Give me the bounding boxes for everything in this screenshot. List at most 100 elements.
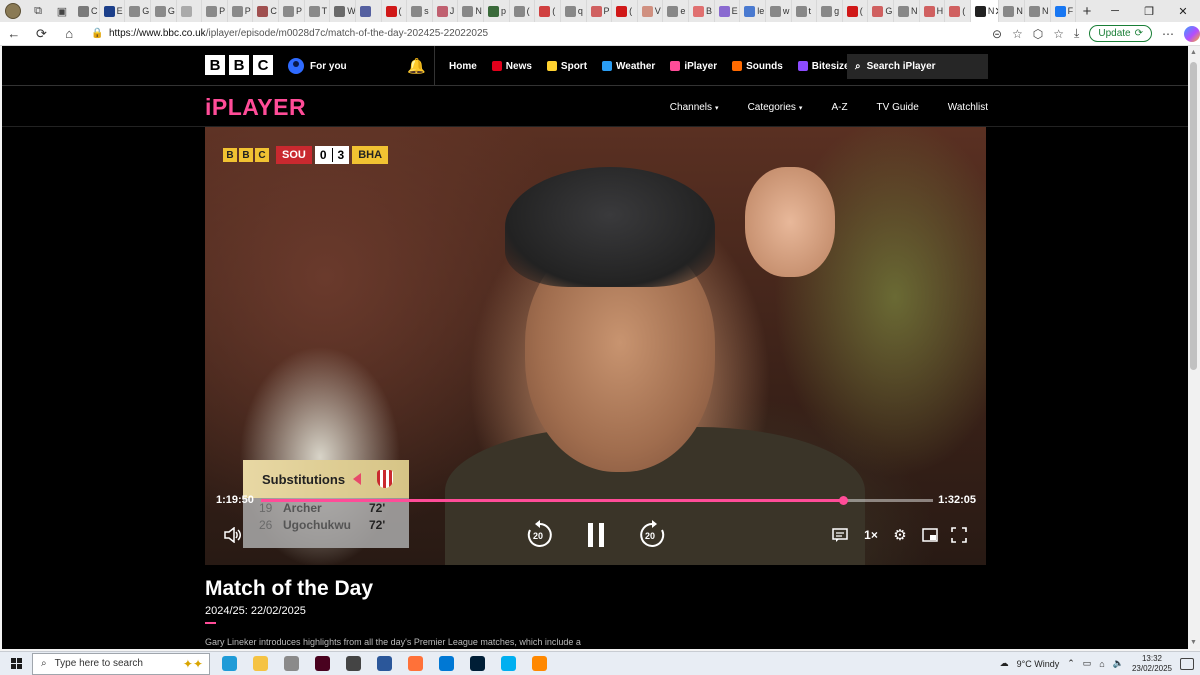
browser-tab[interactable]: s xyxy=(407,0,433,22)
browser-tab[interactable]: P xyxy=(279,0,305,22)
store-app-icon[interactable] xyxy=(431,653,462,675)
photoshop-app-icon[interactable] xyxy=(462,653,493,675)
browser-tab[interactable]: P xyxy=(587,0,613,22)
browser-tab[interactable]: C xyxy=(253,0,279,22)
subnav-categories[interactable]: Categories ▾ xyxy=(748,102,803,113)
scroll-up-icon[interactable]: ▲ xyxy=(1190,49,1197,56)
menu-dots-icon[interactable]: ⋯ xyxy=(1162,27,1174,41)
browser-tab[interactable]: N xyxy=(999,0,1025,22)
skype-app-icon[interactable] xyxy=(493,653,524,675)
settings-gear-icon[interactable]: ⚙ xyxy=(891,526,909,544)
start-button[interactable] xyxy=(0,658,32,669)
active-browser-tab[interactable]: N✕ xyxy=(970,0,1000,22)
subnav-watchlist[interactable]: Watchlist xyxy=(948,102,988,113)
downloads-icon[interactable]: ⤓ xyxy=(1074,26,1079,41)
browser-tab[interactable]: t xyxy=(792,0,818,22)
browser-tab[interactable]: ( xyxy=(382,0,408,22)
browser-tab[interactable]: G xyxy=(125,0,151,22)
update-button[interactable]: Update ⟳ xyxy=(1089,25,1152,42)
browser-tab[interactable]: N xyxy=(458,0,484,22)
subtitles-icon[interactable] xyxy=(831,527,849,543)
browser-tab[interactable]: J xyxy=(433,0,459,22)
progress-scrubber[interactable] xyxy=(838,496,848,505)
browser-tab[interactable]: w xyxy=(766,0,792,22)
browser-tab[interactable]: V xyxy=(638,0,664,22)
browser-tab[interactable] xyxy=(356,0,382,22)
browser-tab[interactable]: G xyxy=(151,0,177,22)
browser-tab[interactable]: p xyxy=(484,0,510,22)
taskbar-search-input[interactable]: ⌕ Type here to search ✦✦ xyxy=(32,652,210,675)
skip-back-button[interactable]: 20 xyxy=(525,520,555,550)
browser-tab[interactable]: e xyxy=(663,0,689,22)
browser-tab[interactable]: ( xyxy=(945,0,971,22)
tray-expand-icon[interactable]: ⌃ xyxy=(1067,658,1075,669)
subnav-a-z[interactable]: A-Z xyxy=(831,102,847,113)
pause-button[interactable] xyxy=(585,520,607,550)
browser-tab[interactable]: P xyxy=(228,0,254,22)
browser-tab[interactable]: ( xyxy=(612,0,638,22)
nav-link-sounds[interactable]: Sounds xyxy=(732,61,783,72)
browser-tab[interactable]: T xyxy=(305,0,331,22)
favorite-star-icon[interactable]: ☆ xyxy=(1012,27,1023,41)
extensions-icon[interactable]: ⬡ xyxy=(1033,27,1043,41)
browser-tab[interactable] xyxy=(177,0,203,22)
nav-link-weather[interactable]: Weather xyxy=(602,61,655,72)
url-field[interactable]: 🔒 https://www.bbc.co.uk/iplayer/episode/… xyxy=(91,24,980,44)
browser-tab[interactable]: E xyxy=(715,0,741,22)
browser-tab[interactable]: H xyxy=(920,0,946,22)
minimize-icon[interactable]: ─ xyxy=(1098,0,1132,22)
scrollbar-thumb[interactable] xyxy=(1190,62,1197,370)
browser-tab[interactable]: W xyxy=(330,0,356,22)
settings-app-icon[interactable] xyxy=(338,653,369,675)
back-icon[interactable]: ← xyxy=(0,26,28,41)
weather-icon[interactable]: ☁ xyxy=(1000,658,1009,669)
indesign-app-icon[interactable] xyxy=(307,653,338,675)
iplayer-logo[interactable]: iPLAYER xyxy=(205,94,306,121)
notifications-bell-icon[interactable]: 🔔 xyxy=(407,57,426,75)
nav-link-iplayer[interactable]: iPlayer xyxy=(670,61,717,72)
profile-avatar[interactable] xyxy=(0,0,26,22)
browser-tab[interactable]: P xyxy=(202,0,228,22)
volume-tray-icon[interactable]: 🔈 xyxy=(1113,658,1124,669)
nav-link-home[interactable]: Home xyxy=(449,61,477,72)
vlc-app-icon[interactable] xyxy=(524,653,555,675)
page-scrollbar[interactable]: ▲ ▼ xyxy=(1188,46,1200,649)
notifications-icon[interactable] xyxy=(1180,657,1194,670)
weather-text[interactable]: 9°C Windy xyxy=(1017,659,1060,669)
browser-tab[interactable]: C xyxy=(74,0,100,22)
firefox-app-icon[interactable] xyxy=(400,653,431,675)
restore-icon[interactable]: ❐ xyxy=(1132,0,1166,22)
word-app-icon[interactable] xyxy=(369,653,400,675)
close-window-icon[interactable]: ✕ xyxy=(1166,0,1200,22)
for-you-link[interactable]: For you xyxy=(288,58,347,74)
browser-tab[interactable]: G xyxy=(868,0,894,22)
browser-tab[interactable]: B xyxy=(689,0,715,22)
browser-tab[interactable]: ( xyxy=(843,0,869,22)
workspaces-icon[interactable]: ⧉ xyxy=(26,0,50,22)
browser-tab[interactable]: g xyxy=(817,0,843,22)
browser-tab[interactable]: N xyxy=(894,0,920,22)
reader-icon[interactable]: ⊝ xyxy=(992,27,1002,41)
picture-in-picture-icon[interactable] xyxy=(921,527,939,543)
browser-tab[interactable]: ( xyxy=(535,0,561,22)
subnav-channels[interactable]: Channels ▾ xyxy=(670,102,719,113)
playback-speed-button[interactable]: 1× xyxy=(860,526,882,544)
browser-tab[interactable]: q xyxy=(561,0,587,22)
battery-icon[interactable]: ▭ xyxy=(1083,658,1092,669)
search-iplayer-input[interactable]: ⌕ Search iPlayer xyxy=(847,54,988,79)
lock-icon[interactable]: 🔒 xyxy=(91,28,109,39)
copilot-icon[interactable] xyxy=(1184,25,1200,42)
explorer-app-icon[interactable] xyxy=(245,653,276,675)
browser-tab[interactable]: ( xyxy=(510,0,536,22)
nav-link-sport[interactable]: Sport xyxy=(546,61,587,72)
progress-bar[interactable] xyxy=(261,496,933,505)
home-icon[interactable]: ⌂ xyxy=(55,26,83,41)
network-icon[interactable]: ⌂ xyxy=(1099,659,1104,669)
fullscreen-icon[interactable] xyxy=(950,526,968,544)
pen-app-icon[interactable] xyxy=(276,653,307,675)
browser-tab[interactable]: N xyxy=(1025,0,1051,22)
new-tab-button[interactable]: + xyxy=(1076,3,1098,20)
bbc-logo[interactable]: B B C xyxy=(205,55,273,75)
video-player[interactable]: B B C SOU 0 3 BHA Substitutions 19 Arche… xyxy=(205,127,986,565)
nav-link-bitesize[interactable]: Bitesize xyxy=(797,61,850,72)
